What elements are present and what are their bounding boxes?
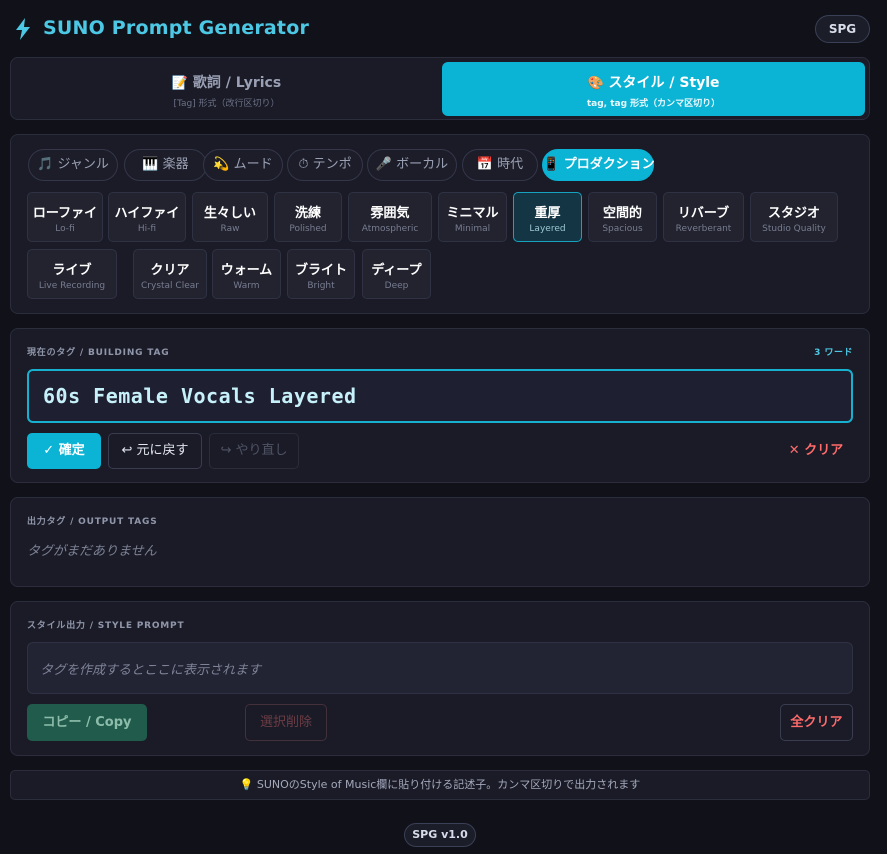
tab-style[interactable]: 🎨 スタイル / Style tag, tag 形式（カンマ区切り） [442,62,865,116]
tag-chip-layered[interactable]: 重厚 Layered [513,192,582,242]
app-header: SUNO Prompt Generator SPG [0,0,887,58]
tag-chip-live-recording[interactable]: ライブ Live Recording [27,249,117,299]
style-prompt-label: スタイル出力 / STYLE PROMPT [27,621,185,631]
tag-picker-panel: 🎵 ジャンル 🎹 楽器 💫 ムード ⏱ テンポ 🎤 ボーカル 📅 時代 📱 プロ… [10,134,870,314]
mobile-phone-icon: 📱 [543,157,560,172]
category-tab-tempo[interactable]: ⏱ テンポ [287,149,363,181]
redo-button[interactable]: ↪ やり直し [209,433,299,469]
tag-chip-warm[interactable]: ウォーム Warm [212,249,281,299]
undo-button[interactable]: ↩ 元に戻す [108,433,202,469]
category-tab-production[interactable]: 📱 プロダクション [542,149,655,181]
tag-chip-atmospheric[interactable]: 雰囲気 Atmospheric [348,192,432,242]
category-tab-instrument[interactable]: 🎹 楽器 [124,149,207,181]
copy-button[interactable]: コピー / Copy [27,704,147,741]
output-tags-label: 出力タグ / OUTPUT TAGS [27,517,158,527]
tag-chip-minimal[interactable]: ミニマル Minimal [438,192,507,242]
hint-bar: 💡 SUNOのStyle of Music欄に貼り付ける記述子。カンマ区切りで出… [10,770,870,800]
music-note-icon: 🎵 [37,157,54,172]
dizzy-icon: 💫 [213,157,230,172]
tag-chip-reverberant[interactable]: リバーブ Reverberant [663,192,744,242]
building-tag-input[interactable]: 60s Female Vocals Layered [27,369,853,423]
tag-chip-polished[interactable]: 洗練 Polished [274,192,342,242]
timer-icon: ⏱ [298,157,309,172]
app-title: SUNO Prompt Generator [43,17,310,39]
calendar-icon: 📅 [476,157,494,172]
tab-style-label: スタイル / Style [608,75,720,91]
category-tab-era[interactable]: 📅 時代 [462,149,538,181]
category-tab-vocal[interactable]: 🎤 ボーカル [367,149,457,181]
category-tab-mood[interactable]: 💫 ムード [203,149,283,181]
microphone-icon: 🎤 [375,157,393,172]
lightning-icon [16,18,30,40]
spg-badge[interactable]: SPG [815,15,870,43]
building-tag-label: 現在のタグ / BUILDING TAG [27,348,170,358]
category-tab-genre[interactable]: 🎵 ジャンル [28,149,118,181]
tab-style-sub: tag, tag 形式（カンマ区切り） [586,99,721,109]
word-count: 3 ワード [814,348,853,358]
memo-icon: 📝 [171,76,188,91]
style-prompt-output[interactable]: タグを作成するとここに表示されます [27,642,853,694]
clear-all-button[interactable]: 全クリア [780,704,853,741]
tag-chip-raw[interactable]: 生々しい Raw [192,192,268,242]
tag-chip-hifi[interactable]: ハイファイ Hi-fi [108,192,186,242]
style-prompt-placeholder: タグを作成するとここに表示されます [40,663,262,678]
tag-chip-studio-quality[interactable]: スタジオ Studio Quality [750,192,838,242]
style-prompt-panel: スタイル出力 / STYLE PROMPT タグを作成するとここに表示されます … [10,601,870,756]
tag-chip-lofi[interactable]: ローファイ Lo-fi [27,192,103,242]
delete-selected-button[interactable]: 選択削除 [245,704,327,741]
tab-lyrics[interactable]: 📝 歌詞 / Lyrics [Tag] 形式（改行区切り） [15,62,438,116]
confirm-button[interactable]: ✓ 確定 [27,433,101,469]
piano-icon: 🎹 [142,157,159,172]
output-tags-empty: タグがまだありません [27,544,157,559]
palette-icon: 🎨 [587,76,604,91]
mode-tabs: 📝 歌詞 / Lyrics [Tag] 形式（改行区切り） 🎨 スタイル / S… [10,57,870,120]
tab-lyrics-label: 歌詞 / Lyrics [192,75,282,91]
tag-chip-deep[interactable]: ディープ Deep [362,249,431,299]
tag-chip-crystal-clear[interactable]: クリア Crystal Clear [133,249,207,299]
version-badge: SPG v1.0 [404,823,476,847]
clear-button[interactable]: ✕ クリア [781,433,851,469]
tab-lyrics-sub: [Tag] 形式（改行区切り） [173,99,280,109]
tag-chip-spacious[interactable]: 空間的 Spacious [588,192,657,242]
building-tag-panel: 現在のタグ / BUILDING TAG 3 ワード 60s Female Vo… [10,328,870,483]
tag-chip-bright[interactable]: ブライト Bright [287,249,355,299]
output-tags-panel: 出力タグ / OUTPUT TAGS タグがまだありません [10,497,870,587]
